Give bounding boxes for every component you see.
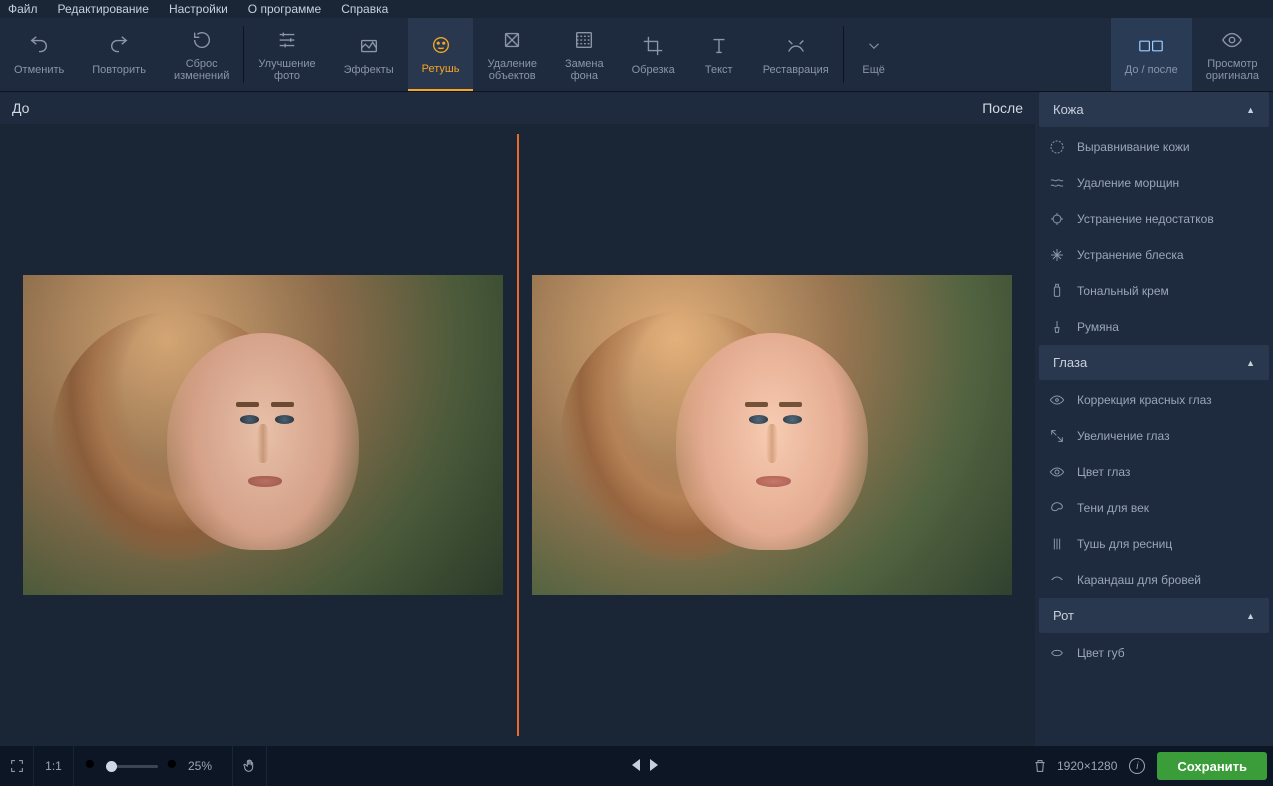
mascara-icon [1049, 536, 1065, 552]
retouch-button[interactable]: Ретушь [408, 18, 474, 91]
restore-button[interactable]: Реставрация [749, 18, 843, 91]
menu-file[interactable]: Файл [8, 2, 38, 16]
fullscreen-button[interactable] [0, 746, 34, 786]
caret-up-icon: ▲ [1246, 105, 1255, 115]
brush-icon [1049, 319, 1065, 335]
retouch-sidebar: Кожа▲ Выравнивание кожи Удаление морщин … [1035, 92, 1273, 746]
crop-icon [641, 34, 665, 58]
redo-icon [107, 34, 131, 58]
pan-button[interactable] [233, 746, 267, 786]
footer: 1:1 25% 1920×1280 i Сохранить [0, 746, 1273, 786]
expand-icon [1049, 428, 1065, 444]
lips-icon [1049, 645, 1065, 661]
smooth-icon [1049, 139, 1065, 155]
toolbar: Отменить Повторить Сброс изменений Улучш… [0, 18, 1273, 92]
eye-color[interactable]: Цвет глаз [1035, 454, 1273, 490]
sparkle-icon [1049, 247, 1065, 263]
eyeshadow[interactable]: Тени для век [1035, 490, 1273, 526]
compare-icon [1139, 34, 1163, 58]
after-label: После [982, 100, 1023, 116]
save-button[interactable]: Сохранить [1157, 752, 1267, 780]
face-icon [429, 33, 453, 57]
after-image [532, 275, 1012, 595]
background-button[interactable]: Замена фона [551, 18, 618, 91]
next-button[interactable] [648, 758, 660, 775]
before-panel[interactable] [10, 134, 517, 736]
target-icon [1049, 211, 1065, 227]
remove-objects-button[interactable]: Удаление объектов [473, 18, 551, 91]
menu-about[interactable]: О программе [248, 2, 321, 16]
nav-controls [630, 758, 660, 775]
text-icon [707, 34, 731, 58]
wrinkle-removal[interactable]: Удаление морщин [1035, 165, 1273, 201]
crop-button[interactable]: Обрезка [618, 18, 689, 91]
zoom-value: 25% [188, 759, 222, 773]
view-original-button[interactable]: Просмотр оригинала [1192, 18, 1273, 91]
mascara[interactable]: Тушь для ресниц [1035, 526, 1273, 562]
image-dimensions: 1920×1280 [1057, 759, 1117, 773]
section-eyes[interactable]: Глаза▲ [1039, 345, 1269, 380]
section-mouth[interactable]: Рот▲ [1039, 598, 1269, 633]
menu-help[interactable]: Справка [341, 2, 388, 16]
pencil-icon [1049, 572, 1065, 588]
before-after-button[interactable]: До / после [1111, 18, 1192, 91]
after-panel[interactable] [519, 134, 1026, 736]
effects-icon [357, 34, 381, 58]
before-image [23, 275, 503, 595]
zoom-slider[interactable] [106, 765, 158, 768]
prev-button[interactable] [630, 758, 642, 775]
bottle-icon [1049, 283, 1065, 299]
zoom-out-button[interactable] [84, 758, 98, 775]
zoom-actual-button[interactable]: 1:1 [34, 746, 74, 786]
text-button[interactable]: Текст [689, 18, 749, 91]
caret-up-icon: ▲ [1246, 611, 1255, 621]
bg-icon [572, 28, 596, 52]
delete-button[interactable] [1023, 758, 1057, 774]
section-skin[interactable]: Кожа▲ [1039, 92, 1269, 127]
blush[interactable]: Румяна [1035, 309, 1273, 345]
caret-up-icon: ▲ [1246, 358, 1255, 368]
chevron-down-icon [862, 34, 886, 58]
eraser-icon [500, 28, 524, 52]
menu-settings[interactable]: Настройки [169, 2, 228, 16]
menubar: Файл Редактирование Настройки О программ… [0, 0, 1273, 18]
eye-icon [1049, 464, 1065, 480]
waves-icon [1049, 175, 1065, 191]
eye-icon [1220, 28, 1244, 52]
eye-icon [1049, 392, 1065, 408]
lip-color[interactable]: Цвет губ [1035, 635, 1273, 671]
redo-button[interactable]: Повторить [78, 18, 160, 91]
menu-edit[interactable]: Редактирование [58, 2, 149, 16]
foundation[interactable]: Тональный крем [1035, 273, 1273, 309]
shine-removal[interactable]: Устранение блеска [1035, 237, 1273, 273]
skin-smoothing[interactable]: Выравнивание кожи [1035, 129, 1273, 165]
sliders-icon [275, 28, 299, 52]
undo-button[interactable]: Отменить [0, 18, 78, 91]
undo-icon [27, 34, 51, 58]
before-label: До [12, 100, 29, 116]
eyebrow-pencil[interactable]: Карандаш для бровей [1035, 562, 1273, 598]
more-button[interactable]: Ещё [844, 18, 904, 91]
enhance-button[interactable]: Улучшение фото [244, 18, 329, 91]
restore-icon [784, 34, 808, 58]
workspace: До После [0, 92, 1035, 746]
effects-button[interactable]: Эффекты [330, 18, 408, 91]
palette-icon [1049, 500, 1065, 516]
blemish-removal[interactable]: Устранение недостатков [1035, 201, 1273, 237]
info-button[interactable]: i [1129, 758, 1145, 774]
zoom-in-button[interactable] [166, 758, 180, 775]
reset-button[interactable]: Сброс изменений [160, 18, 243, 91]
red-eye[interactable]: Коррекция красных глаз [1035, 382, 1273, 418]
zoom-control: 25% [74, 746, 233, 786]
eye-enlarge[interactable]: Увеличение глаз [1035, 418, 1273, 454]
reset-icon [190, 28, 214, 52]
